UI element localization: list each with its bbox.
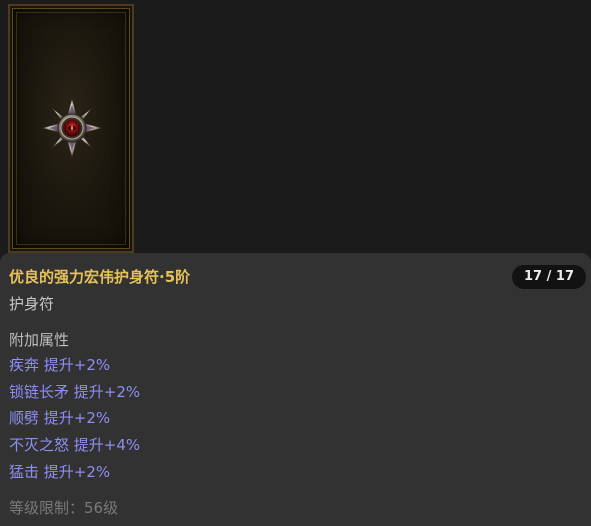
affix-line: 不灭之怒 提升+4% (9, 436, 141, 455)
affix-line: 锁链长矛 提升+2% (9, 382, 141, 401)
affix-line: 疾奔 提升+2% (9, 356, 111, 374)
affix-list: 疾奔 提升+2% 锁链长矛 提升+2% 顺劈 提升+2% 不灭之怒 提升+4% … (9, 355, 140, 488)
item-name: 优良的强力宏伟护身符·5阶 (9, 268, 191, 286)
item-tooltip-page: 优良的强力宏伟护身符·5阶 17 / 17 护身符 附加属性 疾奔 提升+2% … (0, 0, 591, 526)
affix-line: 顺劈 提升+2% (9, 409, 111, 428)
affix-section-title: 附加属性 (9, 331, 70, 349)
level-requirement: 等级限制：56级 (9, 499, 119, 517)
item-type: 护身符 (9, 295, 55, 313)
item-image-frame[interactable] (8, 4, 134, 253)
affix-line: 猛击 提升+2% (9, 462, 111, 481)
amulet-icon (40, 96, 104, 160)
item-info-panel: 优良的强力宏伟护身符·5阶 17 / 17 护身符 附加属性 疾奔 提升+2% … (0, 253, 591, 526)
stack-count-badge: 17 / 17 (512, 265, 586, 289)
